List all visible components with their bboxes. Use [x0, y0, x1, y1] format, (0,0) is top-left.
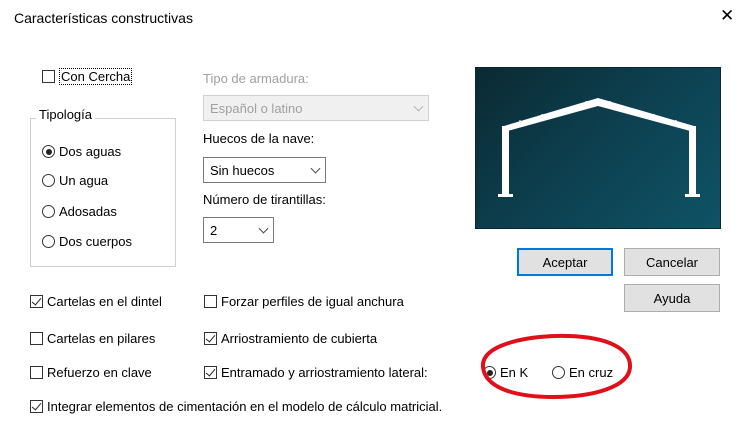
tipo-armadura-label: Tipo de armadura:: [203, 71, 309, 86]
radio-dot: [42, 174, 55, 187]
radio-adosadas[interactable]: Adosadas: [42, 204, 117, 219]
radio-dot: [42, 205, 55, 218]
close-icon[interactable]: ✕: [720, 7, 734, 24]
chevron-down-icon: [258, 223, 269, 234]
cartelas-dintel-checkbox[interactable]: Cartelas en el dintel: [30, 294, 162, 309]
con-cercha-checkbox[interactable]: Con Cercha: [42, 68, 133, 85]
cancel-button[interactable]: Cancelar: [624, 248, 720, 276]
cartelas-pilares-label: Cartelas en pilares: [47, 331, 156, 346]
checkbox-box: [204, 332, 217, 345]
numero-tirantillas-value: 2: [210, 222, 218, 238]
con-cercha-label: Con Cercha: [59, 68, 133, 85]
radio-dot: [42, 235, 55, 248]
checkbox-box: [30, 332, 43, 345]
refuerzo-clave-checkbox[interactable]: Refuerzo en clave: [30, 365, 152, 380]
chevron-down-icon: [413, 101, 424, 112]
integrar-cimentacion-label: Integrar elementos de cimentación en el …: [47, 399, 443, 414]
checkbox-box: [204, 295, 217, 308]
radio-dos-aguas-label: Dos aguas: [59, 144, 122, 159]
checkbox-box: [42, 70, 55, 83]
radio-un-agua-label: Un agua: [59, 173, 109, 188]
cartelas-pilares-checkbox[interactable]: Cartelas en pilares: [30, 331, 155, 346]
tipologia-label: Tipología: [36, 107, 95, 122]
numero-tirantillas-select[interactable]: 2: [203, 217, 274, 243]
arriostramiento-cubierta-label: Arriostramiento de cubierta: [221, 331, 378, 346]
entramado-checkbox[interactable]: Entramado y arriostramiento lateral:: [204, 365, 428, 380]
tipo-armadura-select[interactable]: Español o latino: [203, 95, 429, 121]
portal-frame-preview: [475, 67, 721, 229]
checkbox-box: [30, 295, 43, 308]
portal-frame-icon: [498, 98, 700, 197]
integrar-cimentacion-checkbox[interactable]: Integrar elementos de cimentación en el …: [30, 399, 442, 414]
refuerzo-clave-label: Refuerzo en clave: [47, 365, 152, 380]
window-title: Características constructivas: [14, 10, 193, 26]
tipo-armadura-value: Español o latino: [210, 100, 303, 116]
checkbox-box: [204, 366, 217, 379]
forzar-perfiles-label: Forzar perfiles de igual anchura: [221, 294, 404, 309]
chevron-down-icon: [310, 163, 321, 174]
red-annotation-ellipse: [481, 333, 632, 400]
radio-dos-aguas[interactable]: Dos aguas: [42, 144, 121, 159]
huecos-nave-select[interactable]: Sin huecos: [203, 157, 326, 183]
help-button[interactable]: Ayuda: [624, 284, 720, 312]
accept-button[interactable]: Aceptar: [517, 248, 613, 276]
radio-un-agua[interactable]: Un agua: [42, 173, 108, 188]
radio-adosadas-label: Adosadas: [59, 204, 117, 219]
cartelas-dintel-label: Cartelas en el dintel: [47, 294, 162, 309]
huecos-nave-label: Huecos de la nave:: [203, 131, 315, 146]
huecos-nave-value: Sin huecos: [210, 162, 275, 178]
numero-tirantillas-label: Número de tirantillas:: [203, 192, 326, 207]
entramado-label: Entramado y arriostramiento lateral:: [221, 365, 428, 380]
checkbox-box: [30, 366, 43, 379]
radio-dos-cuerpos-label: Dos cuerpos: [59, 234, 132, 249]
radio-dot: [42, 145, 55, 158]
checkbox-box: [30, 400, 43, 413]
radio-dos-cuerpos[interactable]: Dos cuerpos: [42, 234, 132, 249]
forzar-perfiles-checkbox[interactable]: Forzar perfiles de igual anchura: [204, 294, 404, 309]
arriostramiento-cubierta-checkbox[interactable]: Arriostramiento de cubierta: [204, 331, 377, 346]
